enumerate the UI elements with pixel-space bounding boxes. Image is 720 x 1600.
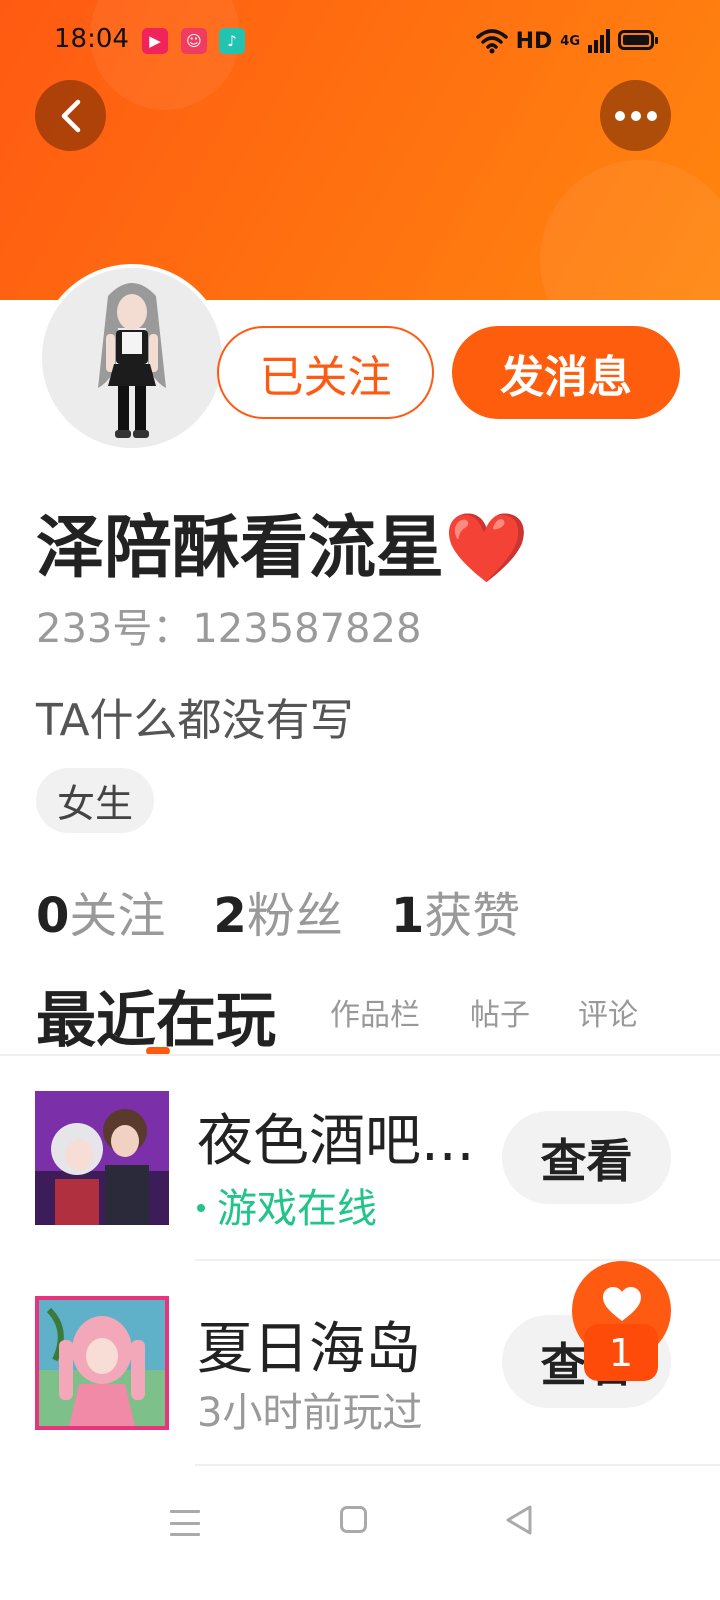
back-button[interactable]: [35, 80, 106, 151]
gender-tag: 女生: [36, 768, 154, 833]
profile-stats: 0关注 2粉丝 1获赞: [36, 876, 520, 946]
tab-comments[interactable]: 评论: [578, 990, 638, 1034]
avatar-character-image: [42, 268, 222, 448]
row-divider: [195, 1464, 720, 1466]
video-app-notification-icon: ▶: [142, 28, 168, 54]
stat-following[interactable]: 0关注: [36, 876, 165, 946]
nav-back-icon[interactable]: [504, 1504, 534, 1536]
stat-fans[interactable]: 2粉丝: [213, 876, 342, 946]
tab-works[interactable]: 作品栏: [330, 990, 420, 1034]
heart-emoji: ❤️: [444, 509, 529, 588]
stat-following-count: 0: [36, 888, 70, 944]
send-message-button[interactable]: 发消息: [452, 326, 680, 419]
music-app-notification-icon: ♪: [219, 28, 245, 54]
view-game-button[interactable]: 查看: [502, 1111, 671, 1204]
stat-fans-label: 粉丝: [246, 888, 343, 944]
game-thumbnail: [35, 1296, 169, 1430]
online-dot-icon: [197, 1204, 205, 1212]
game-status-text: 3小时前玩过: [197, 1390, 423, 1436]
user-name: 泽陪酥看流星❤️: [36, 492, 529, 591]
game-title: 夏日海岛: [197, 1317, 421, 1382]
heart-icon: [602, 1287, 641, 1321]
more-icon: [614, 110, 657, 121]
stat-likes-label: 获赞: [424, 888, 521, 944]
game-thumbnail: [35, 1091, 169, 1225]
status-indicators: HD 4G: [475, 26, 610, 56]
game-status-text: 游戏在线: [217, 1186, 377, 1232]
status-bar: 18:04 ▶ ☺ ♪ HD 4G: [0, 0, 720, 84]
tab-recently-played[interactable]: 最近在玩: [36, 972, 276, 1059]
more-options-button[interactable]: [600, 80, 671, 151]
profile-tabs: 最近在玩 作品栏 帖子 评论: [36, 972, 720, 1056]
nav-menu-icon[interactable]: [170, 1510, 200, 1536]
followed-button[interactable]: 已关注: [217, 326, 434, 419]
row-divider: [195, 1259, 720, 1261]
game-title: 夜色酒吧...: [197, 1109, 475, 1174]
cell-type-label: 4G: [560, 33, 580, 49]
wifi-icon: [475, 29, 508, 54]
stat-fans-count: 2: [213, 888, 247, 944]
tab-posts[interactable]: 帖子: [470, 990, 530, 1034]
user-id: 233号：123587828: [36, 606, 422, 652]
signal-icon: [588, 29, 610, 53]
status-time: 18:04: [54, 24, 129, 54]
stat-following-label: 关注: [69, 888, 166, 944]
user-name-text: 泽陪酥看流星: [36, 509, 445, 588]
system-navigation-bar: [0, 1476, 720, 1600]
game-list-item[interactable]: 夜色酒吧... 游戏在线 查看: [0, 1056, 720, 1260]
nav-home-icon[interactable]: [340, 1506, 367, 1533]
back-icon: [61, 99, 80, 132]
user-bio: TA什么都没有写: [36, 695, 354, 746]
network-hd-label: HD: [515, 28, 553, 54]
stat-likes-count: 1: [390, 888, 425, 944]
battery-icon: [618, 30, 658, 50]
stat-likes: 1获赞: [391, 876, 520, 946]
like-count-badge: 1: [584, 1324, 658, 1381]
user-avatar[interactable]: [38, 264, 226, 452]
chat-app-notification-icon: ☺: [181, 28, 207, 54]
game-status: 游戏在线: [197, 1176, 377, 1234]
